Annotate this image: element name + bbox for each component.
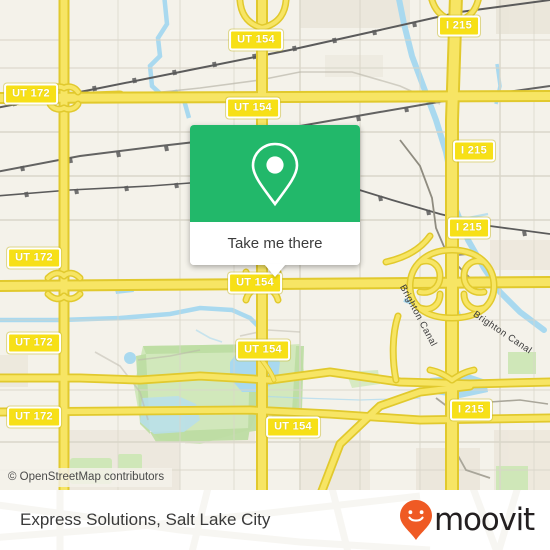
road-shield: UT 172 [4,83,58,105]
moovit-logo[interactable]: moovit [399,499,535,541]
location-pin-icon [251,142,299,206]
road-shield: UT 154 [226,97,280,119]
road-shield: UT 172 [7,247,61,269]
road-shield: UT 154 [229,29,283,51]
osm-attribution-text: © OpenStreetMap contributors [8,471,165,483]
place-title: Express Solutions, Salt Lake City [20,510,271,529]
moovit-wordmark: moovit [433,502,535,538]
moovit-smile-pin-icon [399,500,432,540]
road-shield: UT 154 [236,339,290,361]
road-shield: UT 154 [266,416,320,438]
road-shield: I 215 [448,217,490,239]
location-info-card[interactable]: Take me there [190,125,360,277]
take-me-there-button[interactable]: Take me there [190,222,360,265]
map-screen: UT 154 UT 172 UT 154 I 215 I 215 I 215 UT 172 U… [0,0,550,550]
road-shield: UT 172 [7,406,61,428]
take-me-there-label: Take me there [227,235,323,252]
road-shield: UT 172 [7,332,61,354]
road-shield: I 215 [450,399,492,421]
map-canvas[interactable]: UT 154 UT 172 UT 154 I 215 I 215 I 215 UT 172 U… [0,0,550,496]
card-pin-area [190,125,360,222]
bottom-bar: Express Solutions, Salt Lake City moovit [0,490,550,550]
card-pointer-tail [264,264,286,277]
road-shield: I 215 [438,15,480,37]
osm-attribution[interactable]: © OpenStreetMap contributors [0,468,173,487]
road-shield: I 215 [453,140,495,162]
